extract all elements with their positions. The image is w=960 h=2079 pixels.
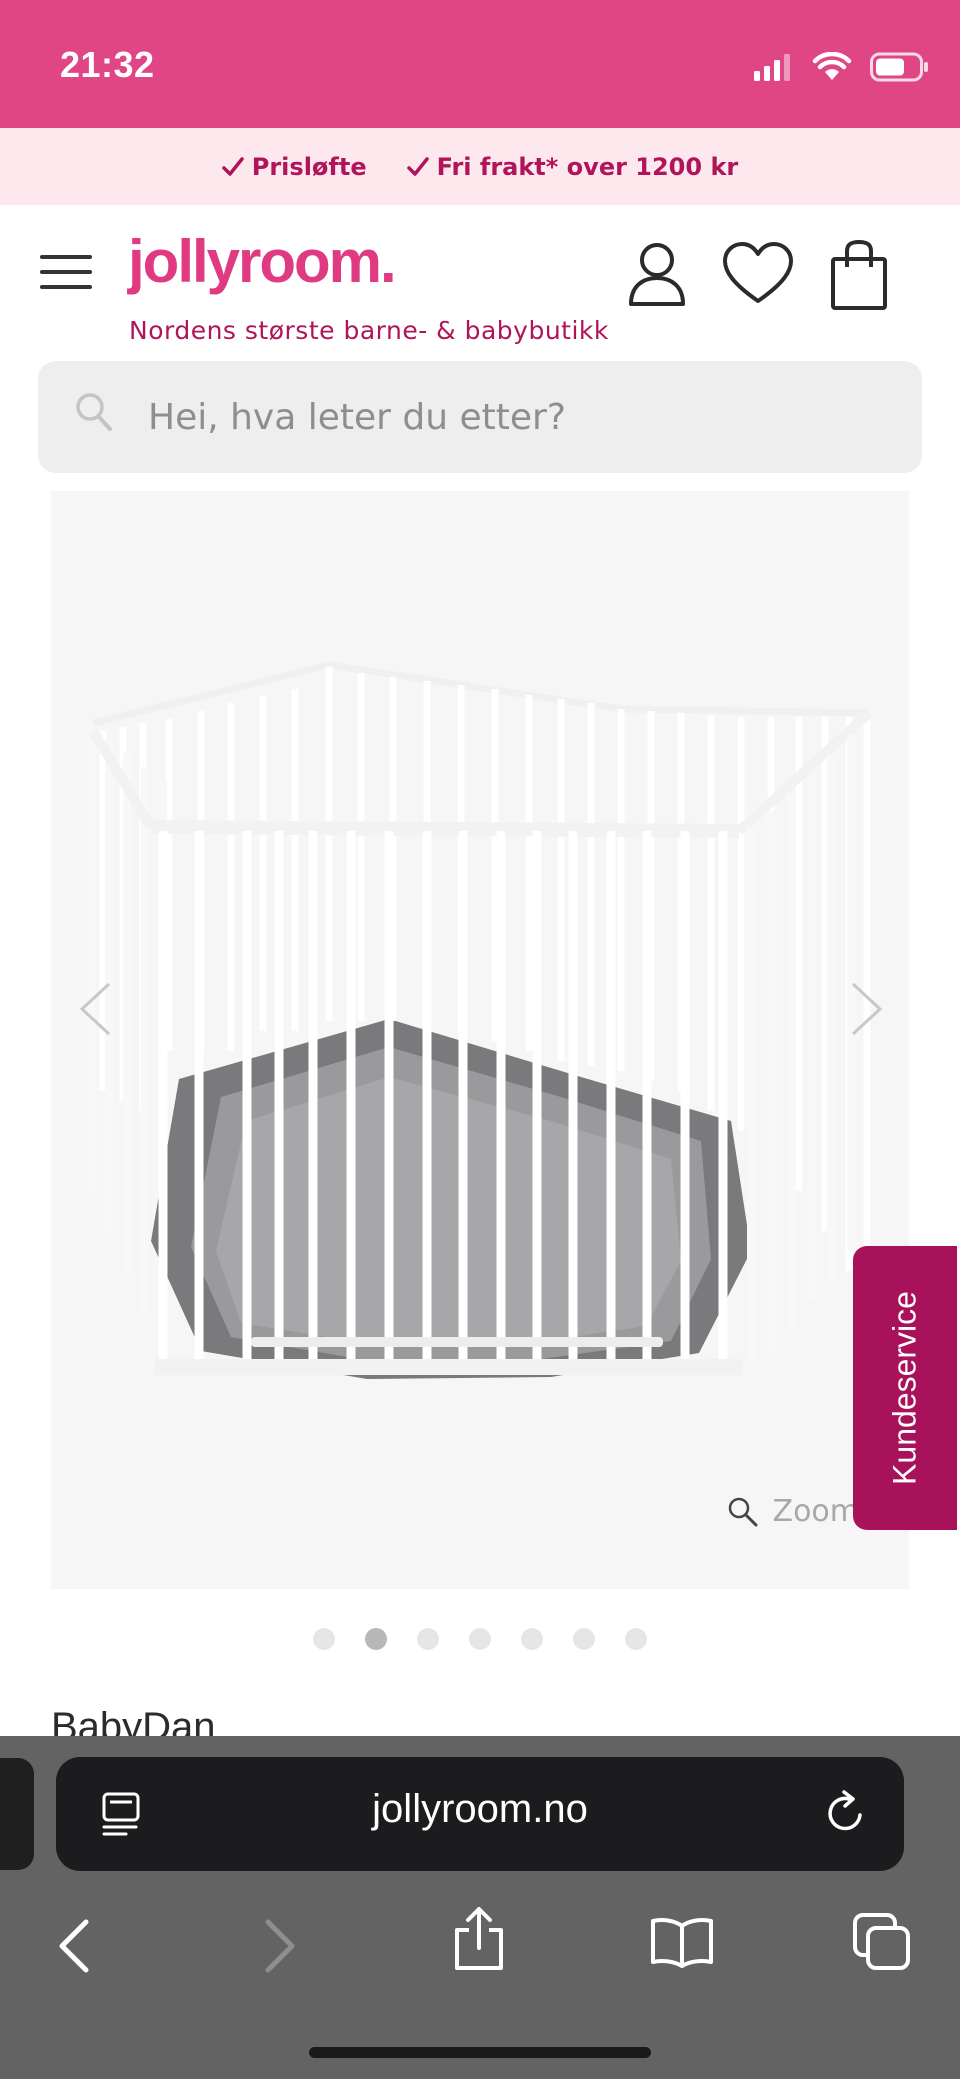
search-icon [76,393,112,431]
promo-free-shipping: Fri frakt* over 1200 kr [406,152,739,181]
search-input[interactable] [148,387,848,447]
share-icon[interactable] [452,1906,506,1972]
pagination-dot[interactable] [469,1628,491,1650]
forward-icon[interactable] [262,1918,298,1974]
product-image-gallery[interactable]: Zoom [51,491,909,1589]
previous-tab-preview[interactable] [0,1758,34,1870]
pagination-dot[interactable] [573,1628,595,1650]
chevron-right-icon[interactable] [849,981,885,1037]
hamburger-menu-button[interactable] [40,255,92,295]
shopping-bag-icon[interactable] [830,239,888,311]
pagination-dot[interactable] [313,1628,335,1650]
home-indicator [309,2047,651,2058]
back-icon[interactable] [56,1918,92,1974]
status-bar: 21:32 [0,0,960,128]
reload-icon[interactable] [824,1789,868,1837]
user-account-icon[interactable] [628,241,686,307]
browser-nav-row [0,1906,960,1996]
status-time: 21:32 [60,44,155,85]
pagination-dot-active[interactable] [365,1628,387,1650]
customer-service-tab[interactable]: Kundeservice [853,1246,957,1530]
bookmarks-icon[interactable] [650,1916,714,1968]
pagination-dot[interactable] [417,1628,439,1650]
pagination-dot[interactable] [625,1628,647,1650]
zoom-button[interactable]: Zoom [727,1494,859,1529]
site-header: jollyroom. Nordens største barne- & baby… [0,205,960,360]
wifi-icon [812,52,852,80]
promo-label: Fri frakt* over 1200 kr [436,152,739,181]
site-tagline: Nordens største barne- & babybutikk [129,316,609,345]
browser-toolbar: jollyroom.no [0,1736,960,2079]
promo-strip: Prisløfte Fri frakt* over 1200 kr [0,128,960,205]
signal-icon [754,54,790,81]
url-text: jollyroom.no [372,1787,588,1831]
site-logo[interactable]: jollyroom. [128,227,397,296]
promo-label: Prisløfte [251,152,367,181]
promo-price-promise: Prisløfte [222,153,367,181]
customer-service-label: Kundeservice [886,1291,923,1485]
zoom-label: Zoom [772,1494,859,1529]
checkmark-icon [222,156,244,176]
heart-icon[interactable] [722,241,794,307]
address-bar[interactable]: jollyroom.no [56,1757,904,1871]
tabs-icon[interactable] [852,1912,912,1972]
zoom-icon [728,1497,758,1526]
pagination-dot[interactable] [521,1628,543,1650]
search-bar[interactable] [38,361,922,473]
product-image-playpen[interactable] [51,491,909,1589]
checkmark-icon [406,156,429,176]
gallery-pagination [0,1628,960,1650]
status-icons [754,52,930,82]
chevron-left-icon[interactable] [77,981,113,1037]
battery-icon [870,52,928,82]
